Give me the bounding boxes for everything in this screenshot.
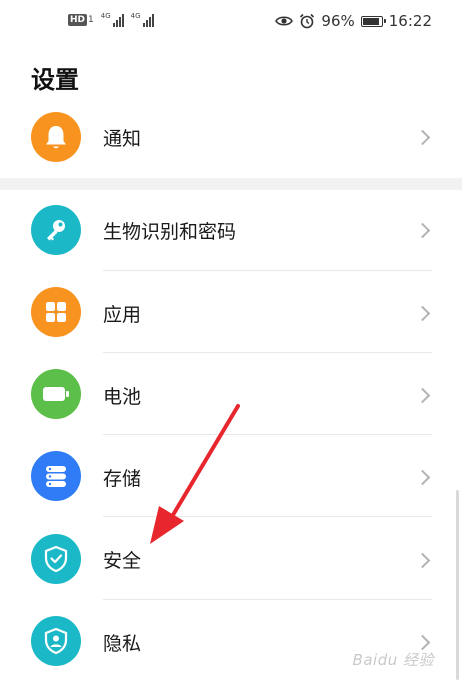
shield-icon bbox=[31, 534, 81, 584]
network-type-label: 4G bbox=[100, 12, 111, 20]
scrollbar[interactable] bbox=[456, 490, 459, 680]
chevron-right-icon bbox=[414, 222, 431, 239]
settings-item-security[interactable]: 安全 bbox=[0, 517, 462, 600]
chevron-right-icon bbox=[414, 387, 431, 404]
clock: 16:22 bbox=[388, 12, 432, 30]
page-title: 设置 bbox=[31, 66, 79, 94]
settings-item-notifications[interactable]: 通知 bbox=[0, 96, 462, 178]
settings-item-label: 电池 bbox=[103, 386, 142, 408]
status-indicators: HD 1 4G 4G bbox=[68, 13, 154, 27]
key-icon bbox=[31, 205, 81, 255]
settings-item-battery[interactable]: 电池 bbox=[0, 353, 462, 435]
settings-item-label: 应用 bbox=[103, 304, 142, 326]
privacy-icon bbox=[31, 616, 81, 666]
section-divider bbox=[0, 178, 462, 190]
baidu-watermark: Baidu 经验 bbox=[352, 651, 434, 669]
settings-item-apps[interactable]: 应用 bbox=[0, 271, 462, 353]
chevron-right-icon bbox=[414, 552, 431, 569]
settings-item-label: 生物识别和密码 bbox=[103, 221, 237, 243]
cellular-signal-icon: 4G bbox=[101, 13, 124, 27]
sim-slot-indicator: 1 bbox=[88, 15, 94, 25]
eye-comfort-icon bbox=[275, 16, 294, 26]
storage-icon bbox=[31, 451, 81, 501]
battery-icon bbox=[360, 15, 386, 27]
battery-icon bbox=[31, 369, 81, 419]
battery-percent: 96% bbox=[321, 12, 355, 30]
alarm-icon bbox=[300, 13, 315, 29]
chevron-right-icon bbox=[414, 129, 431, 146]
bell-icon bbox=[31, 112, 81, 162]
status-bar: HD 1 4G 4G 96% 16:22 bbox=[0, 0, 462, 40]
settings-item-label: 隐私 bbox=[103, 633, 142, 655]
chevron-right-icon bbox=[414, 469, 431, 486]
settings-item-storage[interactable]: 存储 bbox=[0, 435, 462, 517]
chevron-right-icon bbox=[414, 305, 431, 322]
apps-grid-icon bbox=[31, 287, 81, 337]
settings-item-label: 通知 bbox=[103, 128, 142, 150]
cellular-signal-icon-2: 4G bbox=[131, 13, 154, 27]
settings-item-label: 存储 bbox=[103, 468, 142, 490]
network-type-label-2: 4G bbox=[130, 12, 141, 20]
hd-voice-icon: HD bbox=[68, 14, 88, 26]
settings-item-biometrics-password[interactable]: 生物识别和密码 bbox=[0, 190, 462, 272]
settings-item-label: 安全 bbox=[103, 550, 142, 572]
chevron-right-icon bbox=[414, 634, 431, 651]
status-right: 96% 16:22 bbox=[275, 12, 432, 30]
